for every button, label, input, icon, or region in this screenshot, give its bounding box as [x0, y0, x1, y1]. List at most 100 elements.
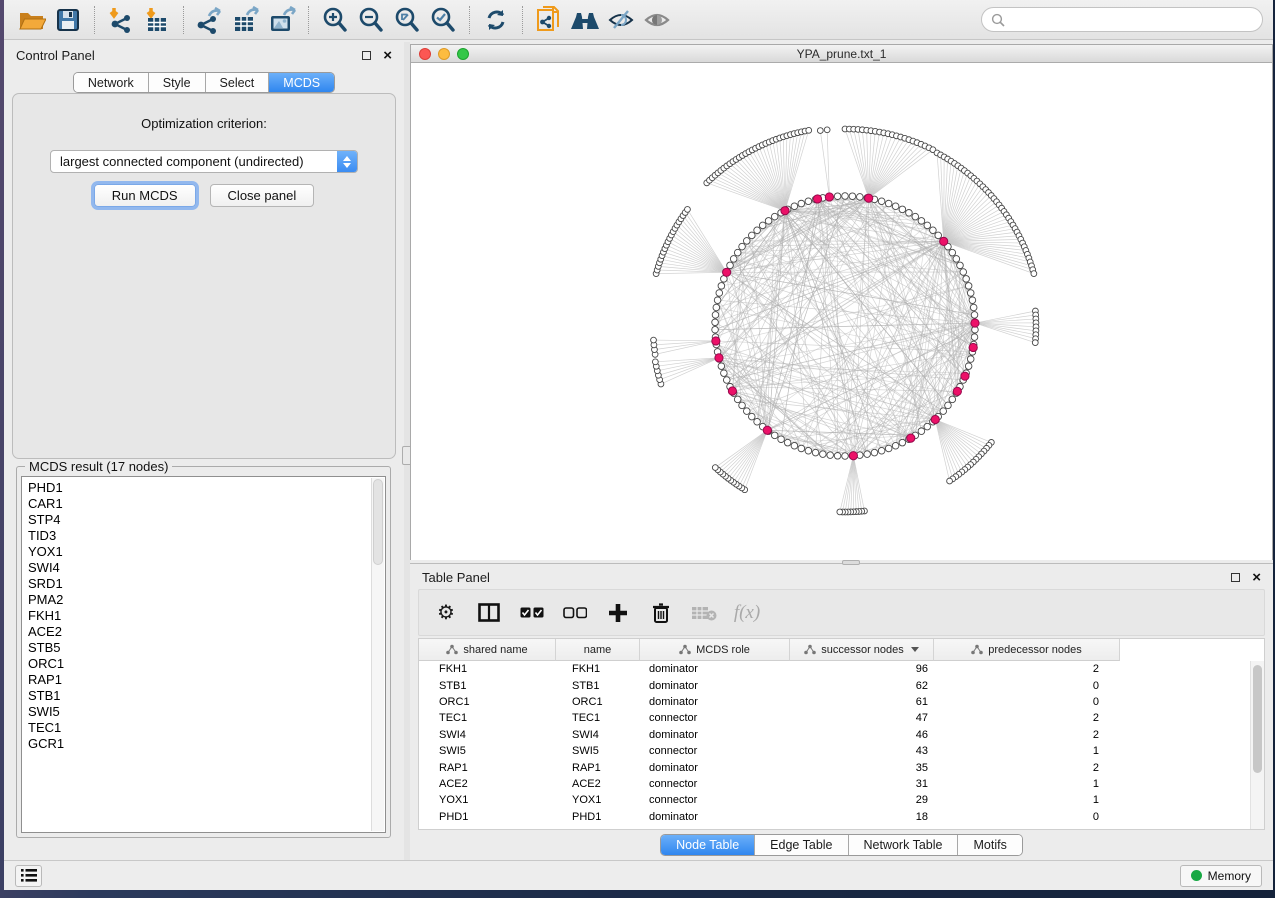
- table-scroll-thumb[interactable]: [1253, 665, 1262, 773]
- tab-motifs[interactable]: Motifs: [958, 835, 1021, 855]
- run-mcds-button[interactable]: Run MCDS: [94, 184, 196, 207]
- mcds-result-item[interactable]: SWI4: [28, 560, 385, 576]
- deselect-all-button[interactable]: [562, 600, 588, 626]
- table-cell: 0: [934, 811, 1120, 823]
- mcds-result-item[interactable]: STB5: [28, 640, 385, 656]
- optimization-criterion-label: Optimization criterion:: [13, 116, 395, 131]
- hide-selected-button[interactable]: [603, 4, 639, 36]
- refresh-view-button[interactable]: [478, 4, 514, 36]
- export-table-button[interactable]: [228, 4, 264, 36]
- export-image-icon: [267, 6, 297, 34]
- save-floppy-icon: [55, 7, 81, 33]
- tab-style[interactable]: Style: [149, 73, 206, 92]
- show-all-button[interactable]: [639, 4, 675, 36]
- memory-button[interactable]: Memory: [1180, 865, 1262, 887]
- tab-network-table[interactable]: Network Table: [849, 835, 959, 855]
- zoom-fit-button[interactable]: [389, 4, 425, 36]
- tab-node-table[interactable]: Node Table: [661, 835, 755, 855]
- mcds-result-item[interactable]: SRD1: [28, 576, 385, 592]
- column-header-name[interactable]: name: [556, 639, 640, 661]
- open-session-button[interactable]: [14, 4, 50, 36]
- float-window-icon[interactable]: [362, 51, 371, 60]
- mcds-result-item[interactable]: SWI5: [28, 704, 385, 720]
- table-row[interactable]: TEC1TEC1connector472: [419, 710, 1250, 726]
- table-cell: dominator: [640, 729, 790, 741]
- close-panel-icon[interactable]: ×: [1252, 570, 1261, 585]
- mcds-result-item[interactable]: GCR1: [28, 736, 385, 752]
- mcds-result-item[interactable]: YOX1: [28, 544, 385, 560]
- mcds-result-item[interactable]: STB1: [28, 688, 385, 704]
- table-cell: YOX1: [419, 794, 556, 806]
- table-row[interactable]: FKH1FKH1dominator962: [419, 661, 1250, 677]
- select-all-button[interactable]: [519, 600, 545, 626]
- export-image-button[interactable]: [264, 4, 300, 36]
- table-row[interactable]: ORC1ORC1dominator610: [419, 694, 1250, 710]
- zoom-in-button[interactable]: [317, 4, 353, 36]
- network-canvas[interactable]: [411, 63, 1272, 560]
- mcds-result-item[interactable]: TEC1: [28, 720, 385, 736]
- new-network-from-selection-button[interactable]: [531, 4, 567, 36]
- mcds-list-scroll-thumb[interactable]: [373, 479, 383, 565]
- tab-edge-table[interactable]: Edge Table: [755, 835, 848, 855]
- column-header-predecessor-nodes[interactable]: predecessor nodes: [934, 639, 1120, 661]
- mcds-result-item[interactable]: STP4: [28, 512, 385, 528]
- mcds-result-item[interactable]: ORC1: [28, 656, 385, 672]
- mcds-result-item[interactable]: PMA2: [28, 592, 385, 608]
- tab-network[interactable]: Network: [74, 73, 149, 92]
- table-cell: 1: [934, 745, 1120, 757]
- table-cell: ORC1: [556, 696, 640, 708]
- mcds-result-item[interactable]: RAP1: [28, 672, 385, 688]
- mcds-result-item[interactable]: CAR1: [28, 496, 385, 512]
- add-column-button[interactable]: [605, 600, 631, 626]
- table-row[interactable]: PHD1PHD1dominator180: [419, 809, 1250, 825]
- tab-select[interactable]: Select: [206, 73, 270, 92]
- columns-icon: [478, 603, 500, 622]
- import-network-button[interactable]: [103, 4, 139, 36]
- horizontal-splitter-handle[interactable]: [842, 560, 860, 565]
- binoculars-button[interactable]: [567, 4, 603, 36]
- mcds-result-item[interactable]: TID3: [28, 528, 385, 544]
- column-header-shared-name[interactable]: shared name: [419, 639, 556, 661]
- status-bar: Memory: [4, 860, 1273, 890]
- save-session-button[interactable]: [50, 4, 86, 36]
- mcds-result-list[interactable]: PHD1CAR1STP4TID3YOX1SWI4SRD1PMA2FKH1ACE2…: [21, 476, 386, 833]
- table-toolbar: ⚙: [418, 589, 1265, 636]
- network-window-titlebar[interactable]: YPA_prune.txt_1: [411, 45, 1272, 63]
- gear-icon: ⚙: [437, 603, 455, 623]
- mcds-result-item[interactable]: ACE2: [28, 624, 385, 640]
- table-row[interactable]: SWI4SWI4dominator462: [419, 727, 1250, 743]
- delete-column-button[interactable]: [648, 600, 674, 626]
- task-history-button[interactable]: [15, 865, 42, 887]
- column-header-mcds-role[interactable]: MCDS role: [640, 639, 790, 661]
- export-network-button[interactable]: [192, 4, 228, 36]
- table-row[interactable]: YOX1YOX1connector291: [419, 792, 1250, 808]
- control-panel-title: Control Panel: [16, 48, 95, 63]
- column-header-successor-nodes[interactable]: successor nodes: [790, 639, 934, 661]
- mcds-result-item[interactable]: FKH1: [28, 608, 385, 624]
- table-row[interactable]: STB1STB1dominator620: [419, 677, 1250, 693]
- table-row[interactable]: SWI5SWI5connector431: [419, 743, 1250, 759]
- mcds-list-scrollbar[interactable]: [371, 478, 384, 831]
- table-settings-button[interactable]: ⚙: [433, 600, 459, 626]
- mcds-result-item[interactable]: PHD1: [28, 480, 385, 496]
- eye-slash-icon: [606, 7, 636, 33]
- zoom-out-button[interactable]: [353, 4, 389, 36]
- plus-icon: [608, 603, 628, 623]
- function-builder-button[interactable]: f(x): [734, 600, 760, 626]
- table-row[interactable]: ACE2ACE2connector311: [419, 776, 1250, 792]
- zoom-selected-button[interactable]: [425, 4, 461, 36]
- criterion-dropdown[interactable]: largest connected component (undirected): [50, 150, 358, 173]
- table-row[interactable]: RAP1RAP1dominator352: [419, 759, 1250, 775]
- show-columns-button[interactable]: [476, 600, 502, 626]
- close-panel-button[interactable]: Close panel: [210, 184, 315, 207]
- delete-table-button[interactable]: [691, 600, 717, 626]
- float-window-icon[interactable]: [1231, 573, 1240, 582]
- import-table-button[interactable]: [139, 4, 175, 36]
- close-panel-icon[interactable]: ×: [383, 48, 392, 63]
- table-scrollbar[interactable]: [1250, 661, 1264, 829]
- search-input[interactable]: [1010, 13, 1253, 27]
- list-icon: [21, 869, 37, 882]
- memory-status-icon: [1191, 870, 1202, 881]
- table-panel-tabs: Node Table Edge Table Network Table Moti…: [410, 830, 1273, 860]
- tab-mcds[interactable]: MCDS: [269, 73, 334, 92]
